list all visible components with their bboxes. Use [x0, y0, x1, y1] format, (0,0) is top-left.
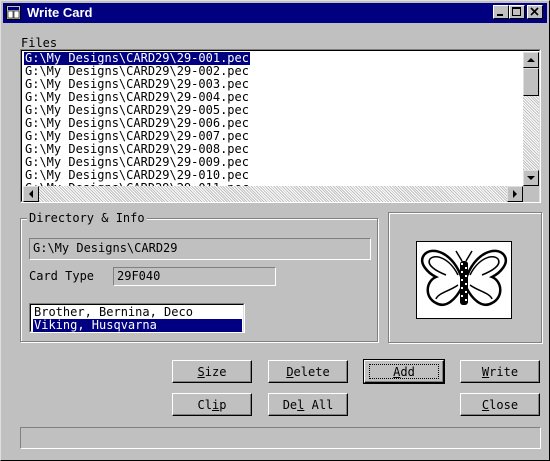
arrow-up-icon [527, 58, 535, 62]
directory-path-field: G:\My Designs\CARD29 [29, 238, 371, 260]
size-label-rest: ize [204, 364, 227, 379]
close-label-rest: lose [489, 397, 519, 412]
maximize-button[interactable] [509, 5, 525, 19]
delete-mnemonic: D [286, 364, 294, 379]
write-card-window: Write Card Files G:\My Designs\CARD29\29… [0, 0, 550, 461]
files-scroll-right-button[interactable] [507, 186, 523, 202]
del-all-label-pre: De [282, 397, 298, 412]
title-bar[interactable]: Write Card [3, 3, 547, 23]
delete-button[interactable]: Delete [268, 360, 348, 383]
write-button[interactable]: Write [460, 360, 540, 383]
arrow-right-icon [513, 190, 517, 198]
card-type-value: 29F040 [113, 267, 276, 286]
add-button[interactable]: Add [363, 359, 445, 384]
clip-button[interactable]: Clip [172, 393, 252, 416]
files-vscroll-thumb[interactable] [523, 68, 539, 96]
clip-label-pre: Cl [197, 397, 212, 412]
minimize-icon [497, 14, 503, 16]
format-listbox[interactable]: Brother, Bernina, Deco Viking, Husqvarna [29, 303, 245, 333]
size-mnemonic: S [197, 364, 205, 379]
close-icon [530, 7, 539, 16]
write-label-rest: rite [489, 364, 519, 379]
arrow-left-icon [29, 190, 33, 198]
files-scroll-left-button[interactable] [23, 186, 39, 202]
format-list-item[interactable]: Viking, Husqvarna [33, 319, 242, 332]
delete-all-button[interactable]: Del All [268, 393, 348, 416]
minimize-button[interactable] [493, 5, 509, 19]
maximize-icon [512, 7, 521, 16]
del-all-label-rest: All [304, 397, 334, 412]
card-type-label: Card Type [29, 269, 95, 283]
close-button[interactable]: Close [460, 393, 540, 416]
files-label: Files [21, 36, 58, 50]
design-preview [416, 241, 512, 319]
close-window-button[interactable] [527, 5, 543, 19]
files-listbox[interactable]: G:\My Designs\CARD29\29-001.pec G:\My Des… [20, 49, 541, 203]
app-icon [6, 5, 21, 20]
status-bar [20, 427, 541, 449]
delete-label-rest: elete [293, 364, 330, 379]
focus-rect [369, 364, 439, 379]
window-title: Write Card [27, 5, 93, 20]
files-hscroll-track[interactable] [23, 186, 523, 202]
scroll-corner [523, 186, 539, 202]
files-scroll-down-button[interactable] [523, 170, 539, 186]
files-scroll-up-button[interactable] [523, 52, 539, 68]
arrow-down-icon [527, 176, 535, 180]
size-button[interactable]: Size [172, 360, 252, 383]
butterfly-design-icon [416, 241, 512, 319]
clip-label-rest: p [219, 397, 227, 412]
directory-info-title: Directory & Info [27, 211, 147, 225]
